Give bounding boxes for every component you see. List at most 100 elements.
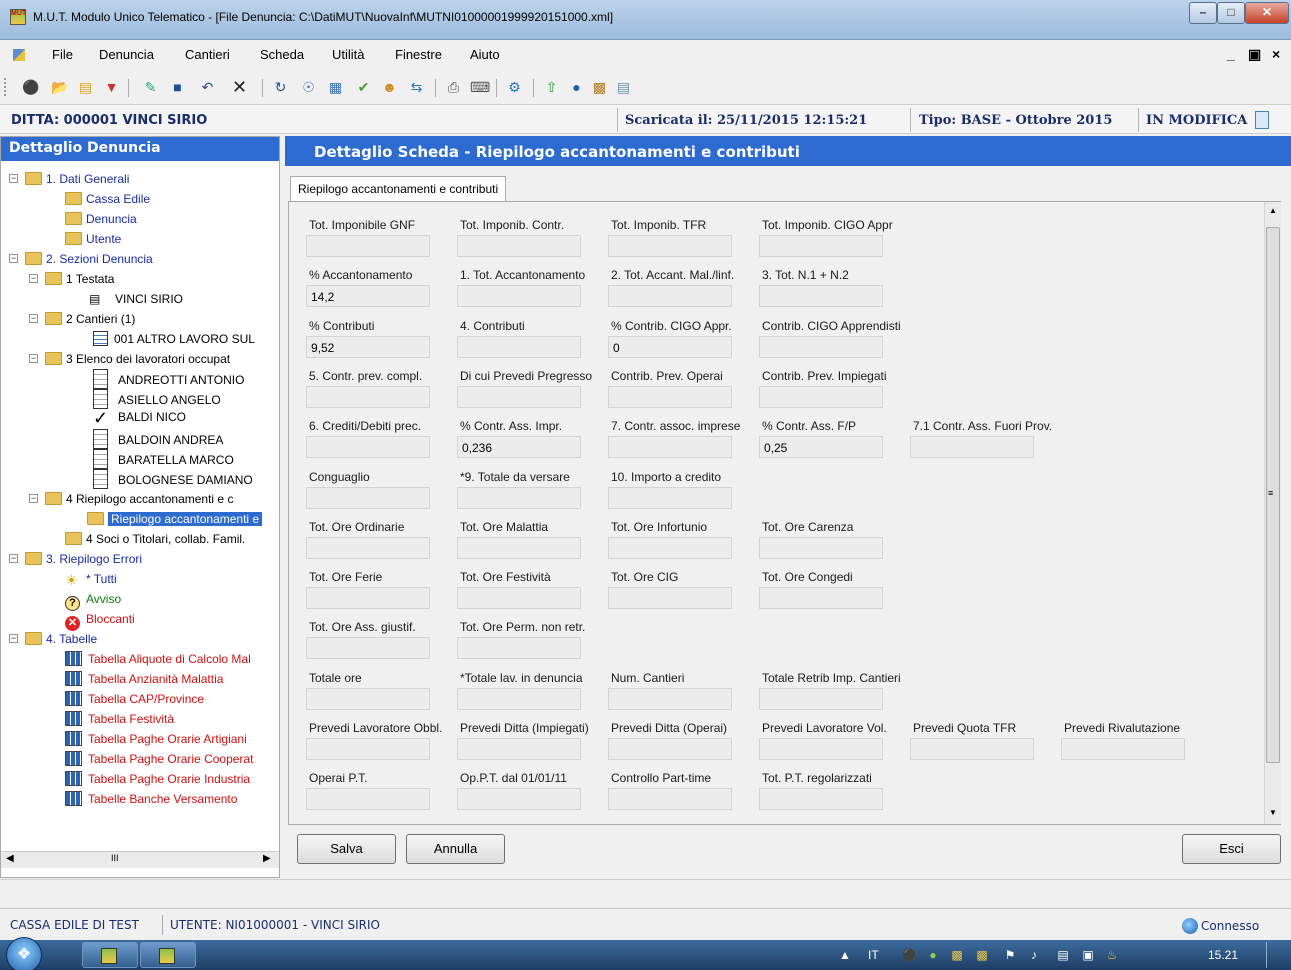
- security-icon[interactable]: ●: [926, 948, 940, 962]
- open-folder-icon[interactable]: 📂: [51, 79, 68, 96]
- tot-ore-festivita-field[interactable]: [457, 587, 581, 609]
- scroll-right-arrow-icon[interactable]: ▶: [263, 853, 271, 864]
- prevedi-lavoratore-obbl-field[interactable]: [306, 738, 430, 760]
- tree-node-table[interactable]: Tabella Paghe Orarie Cooperat: [65, 751, 253, 771]
- mdi-child-icon[interactable]: [13, 49, 25, 61]
- menu-cantieri[interactable]: Cantieri: [185, 47, 230, 62]
- contrib-prev-impiegati-field[interactable]: [759, 386, 883, 408]
- calculator-icon[interactable]: ☉: [300, 79, 317, 96]
- mut-module-icon[interactable]: ▩: [591, 79, 608, 96]
- report-icon[interactable]: ▤: [615, 79, 632, 96]
- tree-node-worker[interactable]: BARATELLA MARCO: [93, 449, 234, 471]
- maximize-button[interactable]: □: [1217, 2, 1245, 24]
- close-button[interactable]: ✕: [1245, 2, 1289, 24]
- print-icon[interactable]: ⎙: [445, 79, 462, 96]
- print-preview-icon[interactable]: ⌨: [470, 79, 490, 96]
- collapse-icon[interactable]: −: [9, 254, 18, 263]
- delete-icon[interactable]: ✕: [231, 78, 248, 96]
- crediti-debiti-prec-field[interactable]: [306, 436, 430, 458]
- totale-ore-field[interactable]: [306, 688, 430, 710]
- import-icon[interactable]: ▼: [103, 79, 120, 96]
- tree-node-table[interactable]: Tabella CAP/Province: [65, 691, 204, 711]
- tot-n1-n2-field[interactable]: [759, 285, 883, 307]
- start-button[interactable]: ❖: [6, 937, 42, 970]
- collapse-icon[interactable]: −: [9, 174, 18, 183]
- tree-horizontal-scrollbar[interactable]: ◀ III ▶: [1, 851, 279, 868]
- tree-node-cantiere-001[interactable]: 001 ALTRO LAVORO SUL: [93, 331, 255, 351]
- totale-da-versare-field[interactable]: [457, 487, 581, 509]
- collapse-icon[interactable]: −: [29, 494, 38, 503]
- prevedi-ditta-impiegati-field[interactable]: [457, 738, 581, 760]
- audio-icon[interactable]: ♪: [1027, 948, 1041, 962]
- tray-expand-icon[interactable]: ▲: [838, 948, 852, 962]
- collapse-icon[interactable]: −: [29, 274, 38, 283]
- save-icon[interactable]: ■: [169, 79, 186, 96]
- tree-node-soci[interactable]: 4 Soci o Titolari, collab. Famil.: [65, 531, 245, 551]
- clock[interactable]: 15.21: [1208, 948, 1238, 962]
- tot-imponib-cigo-appr-field[interactable]: [759, 235, 883, 257]
- tree-node-worker[interactable]: ✓ BALDI NICO: [93, 409, 186, 431]
- tree-node-bloccanti[interactable]: ✕ Bloccanti: [65, 611, 135, 631]
- tree-node-table[interactable]: Tabella Aliquote di Calcolo Mal: [65, 651, 251, 671]
- tot-imponib-tfr-field[interactable]: [608, 235, 732, 257]
- antivirus-icon[interactable]: ⚫: [902, 948, 917, 962]
- refresh-icon[interactable]: ↻: [272, 79, 289, 96]
- contr-prev-compl-field[interactable]: [306, 386, 430, 408]
- collapse-icon[interactable]: −: [9, 554, 18, 563]
- chart-icon[interactable]: ▦: [327, 79, 344, 96]
- tree-node-avviso[interactable]: ? Avviso: [65, 591, 121, 611]
- controllo-part-time-field[interactable]: [608, 788, 732, 810]
- prevedi-pregresso-field[interactable]: [457, 386, 581, 408]
- taskbar-app-button[interactable]: [82, 942, 138, 968]
- prevedi-ditta-operai-field[interactable]: [608, 738, 732, 760]
- transfer-icon[interactable]: ⇆: [408, 79, 425, 96]
- mdi-close-button[interactable]: ×: [1272, 46, 1280, 62]
- tot-ore-ferie-field[interactable]: [306, 587, 430, 609]
- prevedi-rivalutazione-field[interactable]: [1061, 738, 1185, 760]
- tree-node-table[interactable]: Tabelle Banche Versamento: [65, 791, 237, 811]
- tree-node-riepilogo-errori[interactable]: −3. Riepilogo Errori: [9, 551, 142, 571]
- mdi-minimize-button[interactable]: _: [1227, 46, 1235, 62]
- tot-ore-ass-giustif-field[interactable]: [306, 637, 430, 659]
- flag-icon[interactable]: ⚑: [1003, 948, 1017, 962]
- tot-ore-congedi-field[interactable]: [759, 587, 883, 609]
- volume-icon[interactable]: ♨: [1105, 948, 1119, 962]
- collapse-icon[interactable]: −: [29, 354, 38, 363]
- menu-aiuto[interactable]: Aiuto: [470, 47, 500, 62]
- menu-file[interactable]: File: [52, 47, 73, 62]
- mdi-restore-button[interactable]: ▣: [1248, 46, 1261, 63]
- scroll-up-arrow-icon[interactable]: ▲: [1269, 206, 1277, 215]
- minimize-button[interactable]: –: [1189, 2, 1217, 24]
- new-icon[interactable]: ✎: [142, 79, 159, 96]
- tree-node-testata-company[interactable]: ▤ VINCI SIRIO: [89, 291, 183, 311]
- tot-ore-perm-non-retr-field[interactable]: [457, 637, 581, 659]
- importo-a-credito-field[interactable]: [608, 487, 732, 509]
- tot-ore-infortunio-field[interactable]: [608, 537, 732, 559]
- tot-accantonamento-field[interactable]: [457, 285, 581, 307]
- salva-button[interactable]: Salva: [297, 834, 396, 864]
- tot-imponibile-gnf-field[interactable]: [306, 235, 430, 257]
- undo-icon[interactable]: ↶: [199, 79, 216, 96]
- perc-accantonamento-field[interactable]: 14,2: [306, 285, 430, 307]
- tree-node-table[interactable]: Tabella Paghe Orarie Artigiani: [65, 731, 247, 751]
- contrib-cigo-apprendisti-field[interactable]: [759, 336, 883, 358]
- menu-scheda[interactable]: Scheda: [260, 47, 304, 62]
- display-icon[interactable]: ▣: [1081, 948, 1095, 962]
- tree-node-utente[interactable]: Utente: [65, 231, 121, 251]
- mut-tray-icon[interactable]: ▩: [950, 948, 964, 962]
- tot-pt-regolarizzati-field[interactable]: [759, 788, 883, 810]
- operai-pt-field[interactable]: [306, 788, 430, 810]
- taskbar-app-button[interactable]: [140, 942, 196, 968]
- tree-node-table[interactable]: Tabella Festività: [65, 711, 174, 731]
- tree-node-denuncia[interactable]: Denuncia: [65, 211, 137, 231]
- scroll-down-arrow-icon[interactable]: ▼: [1269, 808, 1277, 817]
- conguaglio-field[interactable]: [306, 487, 430, 509]
- collapse-icon[interactable]: −: [9, 634, 18, 643]
- upload-icon[interactable]: ⇧: [543, 79, 560, 96]
- tot-ore-malattia-field[interactable]: [457, 537, 581, 559]
- language-indicator[interactable]: IT: [868, 948, 879, 962]
- tree-node-sezioni-denuncia[interactable]: −2. Sezioni Denuncia: [9, 251, 153, 271]
- show-desktop-button[interactable]: [1266, 942, 1267, 968]
- collapse-icon[interactable]: −: [29, 314, 38, 323]
- contr-assoc-imprese-field[interactable]: [608, 436, 732, 458]
